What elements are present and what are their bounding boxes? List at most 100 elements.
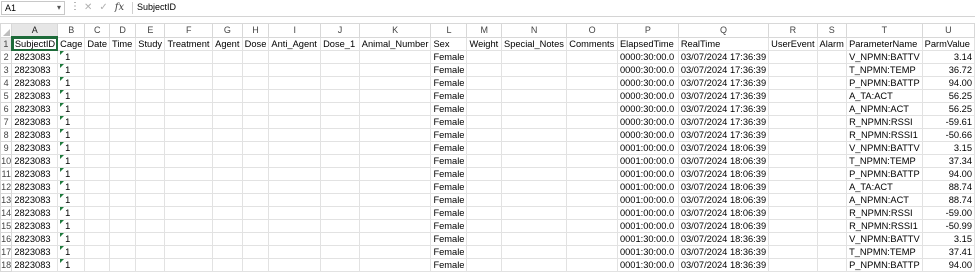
cell[interactable]: 1 — [57, 219, 86, 233]
cell[interactable] — [164, 89, 214, 103]
cell[interactable]: 03/07/2024 17:36:39 — [677, 76, 770, 90]
cell[interactable]: 1 — [57, 154, 86, 168]
cell[interactable]: 1 — [57, 258, 86, 272]
row-header[interactable]: 13 — [0, 193, 13, 207]
cell[interactable] — [268, 154, 322, 168]
cell[interactable] — [212, 115, 243, 129]
cell[interactable] — [566, 141, 618, 155]
cell[interactable]: 1 — [57, 232, 86, 246]
cell[interactable] — [241, 89, 270, 103]
cell[interactable]: 3.15 — [921, 232, 975, 246]
cell[interactable] — [768, 245, 818, 259]
cell[interactable]: R_NPMN:RSSI — [846, 206, 923, 220]
cell[interactable]: 1 — [57, 115, 86, 129]
more-options-icon[interactable]: ⋮ — [70, 1, 80, 12]
cell[interactable]: Female — [430, 154, 468, 168]
cell[interactable]: Study — [135, 36, 166, 51]
cell[interactable] — [135, 63, 166, 77]
enter-icon[interactable]: ✓ — [99, 2, 107, 13]
cell[interactable]: 0000:30:00.0 — [616, 128, 679, 142]
cell[interactable]: 1 — [57, 167, 86, 181]
cell[interactable] — [500, 193, 568, 207]
cell[interactable] — [768, 154, 818, 168]
column-header-m[interactable]: M — [466, 23, 502, 38]
cell[interactable] — [212, 232, 243, 246]
cell[interactable] — [358, 63, 432, 77]
cell[interactable] — [466, 193, 502, 207]
cell[interactable]: Weight — [466, 36, 502, 51]
cell[interactable] — [212, 180, 243, 194]
cell[interactable] — [816, 50, 848, 64]
cell[interactable] — [135, 245, 166, 259]
cell[interactable]: 94.00 — [921, 76, 975, 90]
cell[interactable]: 2823083 — [11, 102, 59, 116]
cell[interactable] — [135, 193, 166, 207]
cell[interactable]: Female — [430, 206, 468, 220]
cell[interactable] — [768, 258, 818, 272]
cell[interactable] — [268, 141, 322, 155]
cell[interactable]: 0001:00:00.0 — [616, 154, 679, 168]
cell[interactable] — [566, 180, 618, 194]
error-indicator-icon[interactable] — [60, 90, 65, 94]
column-header-g[interactable]: G — [212, 23, 243, 38]
cell[interactable] — [84, 193, 111, 207]
cell[interactable] — [164, 50, 214, 64]
cell[interactable] — [109, 50, 137, 64]
cell[interactable] — [241, 76, 270, 90]
cell[interactable] — [84, 219, 111, 233]
cell[interactable] — [816, 193, 848, 207]
cell[interactable]: 03/07/2024 17:36:39 — [677, 102, 770, 116]
cell[interactable] — [84, 63, 111, 77]
cell[interactable] — [241, 258, 270, 272]
error-indicator-icon[interactable] — [60, 233, 65, 237]
cell[interactable] — [268, 89, 322, 103]
cell[interactable] — [466, 232, 502, 246]
cell[interactable] — [566, 245, 618, 259]
cell[interactable] — [358, 193, 432, 207]
cell[interactable]: Agent — [212, 36, 243, 51]
cell[interactable] — [768, 193, 818, 207]
cell[interactable] — [500, 154, 568, 168]
cell[interactable]: 03/07/2024 17:36:39 — [677, 63, 770, 77]
cell[interactable]: RealTime — [677, 36, 770, 51]
cell[interactable]: 1 — [57, 76, 86, 90]
cell[interactable] — [358, 89, 432, 103]
cell[interactable] — [164, 206, 214, 220]
row-header[interactable]: 1 — [0, 36, 13, 51]
cell[interactable] — [816, 167, 848, 181]
cell[interactable] — [768, 141, 818, 155]
cell[interactable]: 03/07/2024 18:06:39 — [677, 141, 770, 155]
cell[interactable] — [268, 258, 322, 272]
cell[interactable] — [566, 76, 618, 90]
cell[interactable]: 2823083 — [11, 76, 59, 90]
cell[interactable] — [768, 102, 818, 116]
cell[interactable]: Treatment — [164, 36, 214, 51]
cell[interactable] — [500, 258, 568, 272]
cell[interactable]: 0001:00:00.0 — [616, 193, 679, 207]
cell[interactable] — [320, 154, 360, 168]
cell[interactable] — [268, 245, 322, 259]
column-header-t[interactable]: T — [846, 23, 923, 38]
cell[interactable] — [135, 141, 166, 155]
column-header-r[interactable]: R — [768, 23, 818, 38]
cell[interactable] — [358, 180, 432, 194]
cell[interactable] — [320, 258, 360, 272]
cell[interactable] — [358, 115, 432, 129]
row-header[interactable]: 5 — [0, 89, 13, 103]
cell[interactable]: Female — [430, 115, 468, 129]
cell[interactable]: Female — [430, 232, 468, 246]
cell[interactable] — [109, 76, 137, 90]
cell[interactable]: 0000:30:00.0 — [616, 115, 679, 129]
cell[interactable] — [84, 206, 111, 220]
cell[interactable]: Comments — [566, 36, 618, 51]
cell[interactable] — [500, 180, 568, 194]
cell[interactable] — [109, 193, 137, 207]
column-header-o[interactable]: O — [566, 23, 618, 38]
cell[interactable] — [816, 258, 848, 272]
cell[interactable] — [109, 245, 137, 259]
cell[interactable] — [768, 219, 818, 233]
cell[interactable]: 2823083 — [11, 232, 59, 246]
cell[interactable]: 0000:30:00.0 — [616, 102, 679, 116]
cell[interactable] — [241, 206, 270, 220]
cell[interactable] — [84, 50, 111, 64]
